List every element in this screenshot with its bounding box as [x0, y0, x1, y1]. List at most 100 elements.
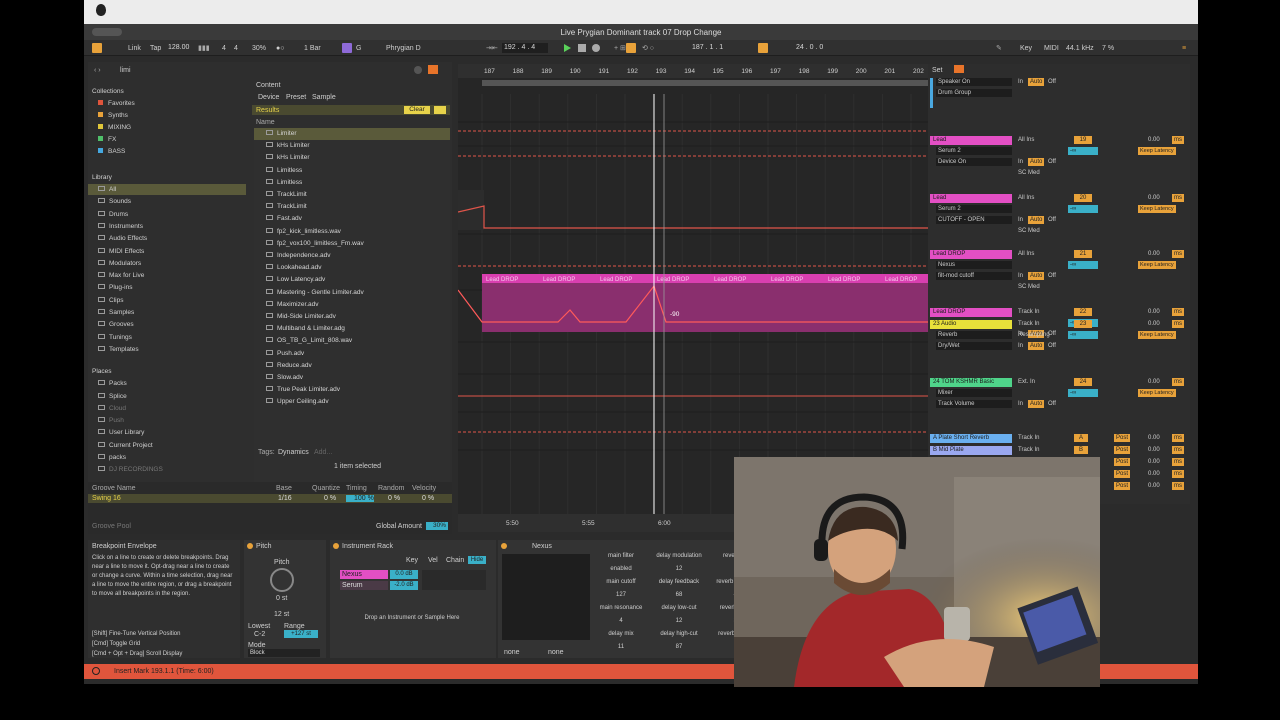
loop-length[interactable]: 24 . 0 . 0: [794, 43, 842, 53]
global-amount[interactable]: 30%: [426, 522, 448, 530]
collection-fx[interactable]: FX: [98, 134, 116, 145]
library-templates[interactable]: Templates: [98, 344, 139, 355]
collection-bass[interactable]: BASS: [98, 146, 125, 157]
place-dj-recordings[interactable]: DJ RECORDINGS: [98, 464, 163, 475]
result-item[interactable]: Reduce.adv: [254, 360, 450, 372]
result-item[interactable]: Push.adv: [254, 348, 450, 360]
ableton-menu-icon[interactable]: [92, 43, 102, 53]
pan-value[interactable]: -∞: [1068, 261, 1098, 269]
filter-preset[interactable]: Preset: [286, 93, 306, 102]
macro-map-none-1[interactable]: none: [504, 648, 520, 657]
monitor-in[interactable]: In: [1016, 216, 1025, 224]
swing-amount[interactable]: 30%: [252, 44, 266, 53]
result-item[interactable]: Maximizer.adv: [254, 299, 450, 311]
keep-latency-button[interactable]: Keep Latency: [1138, 261, 1176, 269]
track-number[interactable]: 23: [1074, 320, 1092, 328]
device-chooser[interactable]: Speaker On: [936, 78, 1012, 86]
monitor-off[interactable]: Off: [1046, 78, 1058, 86]
return-volume[interactable]: 0.00: [1146, 458, 1162, 466]
chain-nexus-volume[interactable]: 0.0 dB: [390, 570, 418, 579]
collection-favorites[interactable]: Favorites: [98, 98, 135, 109]
device-chooser[interactable]: Device On: [936, 158, 1012, 166]
library-modulators[interactable]: Modulators: [98, 258, 141, 269]
sidechain-label[interactable]: SC Med: [1016, 227, 1042, 235]
plugin-window-area[interactable]: [502, 554, 590, 640]
result-item[interactable]: Limiter: [254, 128, 450, 140]
clear-results-button[interactable]: Clear: [404, 106, 430, 114]
range-value[interactable]: +127 st: [284, 630, 318, 638]
track-volume[interactable]: 0.00: [1146, 136, 1162, 144]
return-track-a[interactable]: A Plate Short Reverb: [930, 434, 1012, 443]
return-volume[interactable]: 0.00: [1146, 434, 1162, 442]
collection-synths[interactable]: Synths: [98, 110, 128, 121]
monitor-off[interactable]: Off: [1046, 342, 1058, 350]
device-chooser[interactable]: Dry/Wet: [936, 342, 1012, 350]
macro-value[interactable]: 12: [652, 565, 706, 574]
macro-value[interactable]: 12: [652, 617, 706, 626]
device-chooser[interactable]: filt-mod cutoff: [936, 272, 1012, 280]
filter-sample[interactable]: Sample: [312, 93, 336, 102]
groove-base[interactable]: 1/16: [278, 494, 292, 503]
tags-add[interactable]: Add...: [314, 448, 332, 457]
place-push[interactable]: Push: [98, 415, 124, 426]
pan-value[interactable]: -∞: [1068, 331, 1098, 339]
result-item[interactable]: Fast.adv: [254, 213, 450, 225]
key-map-button[interactable]: Key: [1020, 44, 1032, 53]
groove-row[interactable]: Swing 16 1/16 0 % 100 % 0 % 0 %: [88, 494, 452, 503]
input-type[interactable]: Track In: [1016, 320, 1041, 328]
midi-map-button[interactable]: MIDI: [1044, 44, 1059, 53]
result-item[interactable]: Lookahead.adv: [254, 262, 450, 274]
device-chooser[interactable]: CUTOFF - OPEN: [936, 216, 1012, 224]
automation-arm-icon[interactable]: [626, 43, 636, 53]
library-midi-effects[interactable]: MIDI Effects: [98, 246, 144, 257]
post-button[interactable]: Post: [1114, 482, 1131, 490]
keep-latency-button[interactable]: Keep Latency: [1138, 389, 1176, 397]
monitor-in[interactable]: In: [1016, 158, 1025, 166]
loop-icons[interactable]: ⟲ ○: [642, 44, 654, 53]
rack-tab-hide[interactable]: Hide: [468, 556, 486, 564]
device-chooser[interactable]: Serum 2: [936, 147, 1012, 155]
result-item[interactable]: Multiband & Limiter.adg: [254, 323, 450, 335]
monitor-auto[interactable]: Auto: [1028, 400, 1045, 408]
device-chooser[interactable]: Serum 2: [936, 205, 1012, 213]
chain-nexus[interactable]: Nexus: [340, 570, 388, 579]
pan-value[interactable]: -∞: [1068, 205, 1098, 213]
result-item[interactable]: TrackLimit: [254, 201, 450, 213]
device-chooser[interactable]: Track Volume: [936, 400, 1012, 408]
sidechain-label[interactable]: SC Med: [1016, 283, 1042, 291]
library-max-for-live[interactable]: Max for Live: [98, 270, 144, 281]
time-signature-den[interactable]: 4: [234, 44, 238, 53]
keep-latency-button[interactable]: Keep Latency: [1138, 331, 1176, 339]
track-header[interactable]: 24 TOM KSHMR Basic: [930, 378, 1012, 387]
link-button[interactable]: Link: [128, 44, 141, 53]
arrangement-lanes[interactable]: Lead DROP Lead DROP Lead DROP Lead DROP Lead…: [458, 94, 928, 514]
library-drums[interactable]: Drums: [98, 209, 128, 220]
rack-tab-vel[interactable]: Vel: [428, 556, 438, 565]
info-toggle-icon[interactable]: [92, 667, 100, 675]
input-type[interactable]: All Ins: [1016, 194, 1036, 202]
metronome-bars-icon[interactable]: ▮▮▮: [198, 44, 210, 53]
time-signature-num[interactable]: 4: [222, 44, 226, 53]
rack-tab-key[interactable]: Key: [406, 556, 418, 565]
monitor-auto[interactable]: Auto: [1028, 272, 1045, 280]
device-chooser[interactable]: Reverb: [936, 331, 1012, 339]
keep-latency-button[interactable]: Keep Latency: [1138, 205, 1176, 213]
draw-mode-icon[interactable]: ✎: [996, 44, 1002, 53]
track-volume[interactable]: 0.00: [1146, 250, 1162, 258]
collection-mixing[interactable]: MIXING: [98, 122, 131, 133]
return-track-b[interactable]: B Mid Plate: [930, 446, 1012, 455]
browser-options-icon[interactable]: [428, 65, 438, 74]
device-chooser[interactable]: Nexus: [936, 261, 1012, 269]
groove-velocity[interactable]: 0 %: [422, 494, 434, 503]
library-plug-ins[interactable]: Plug-ins: [98, 282, 132, 293]
track-number[interactable]: 20: [1074, 194, 1092, 202]
menu-icon[interactable]: ≡: [1182, 44, 1186, 53]
beat-ruler[interactable]: 187 188 189 190 191 192 193 194 195 196 197 198 199 2…: [458, 64, 928, 78]
follow-icon[interactable]: ⇥⇤: [486, 44, 498, 53]
monitor-in[interactable]: In: [1016, 342, 1025, 350]
record-icon[interactable]: [592, 44, 600, 52]
content-dropdown[interactable]: Content: [256, 81, 281, 90]
input-type[interactable]: All Ins: [1016, 136, 1036, 144]
place-current-project[interactable]: Current Project: [98, 440, 153, 451]
place-splice[interactable]: Splice: [98, 391, 127, 402]
